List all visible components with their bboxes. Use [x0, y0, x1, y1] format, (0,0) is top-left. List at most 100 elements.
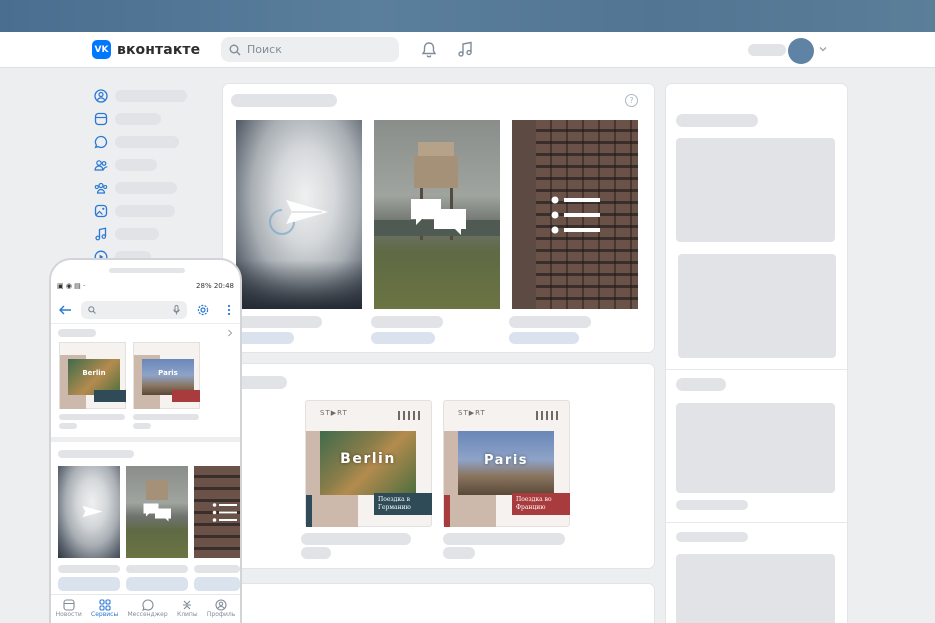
- profile-icon: [93, 88, 109, 104]
- sidebar-label-placeholder: [115, 89, 187, 102]
- paris-tile[interactable]: ST▶RT Paris Поездка во Францию: [443, 400, 570, 527]
- comments-icon: [143, 503, 171, 522]
- clips-icon: [183, 600, 192, 610]
- section-title-placeholder: [58, 450, 134, 458]
- tower-cabin: [414, 156, 458, 188]
- spinner-icon: [269, 209, 295, 235]
- paris-brand: ST▶RT: [458, 409, 486, 417]
- tile-title-placeholder: [133, 414, 199, 420]
- mini-story-clouds[interactable]: [58, 466, 120, 558]
- status-notification-icons: ▣ ◉ ▤ ·: [57, 282, 86, 290]
- list-icon: [212, 503, 237, 522]
- gear-icon[interactable]: [197, 304, 209, 316]
- phone-speaker: [109, 268, 185, 273]
- berlin-left-stripe: [306, 495, 312, 527]
- mini-paris-caption-box: [172, 390, 200, 402]
- next-card: [223, 584, 654, 623]
- sidebar-item-photos[interactable]: [93, 199, 193, 222]
- list-icon: [551, 196, 600, 234]
- story-tile-clouds[interactable]: [236, 120, 362, 309]
- sidebar-item-music[interactable]: [93, 222, 193, 245]
- tab-label: Мессенджер: [127, 611, 168, 618]
- mini-berlin-city: Berlin: [82, 369, 106, 377]
- building-side: [512, 120, 536, 309]
- travel-card: ST▶RT Berlin Поездка в Германию ST▶RT Pa…: [223, 364, 654, 568]
- music-icon: [93, 226, 109, 242]
- tile-meta-placeholder: [443, 547, 475, 559]
- story-tile-tower[interactable]: [374, 120, 500, 309]
- friends-icon: [93, 157, 109, 173]
- messenger-icon: [93, 134, 109, 150]
- mobile-phone-frame: ▣ ◉ ▤ · 28% 20:48 Berlin Paris Новости С…: [49, 258, 242, 623]
- sidebar-label-placeholder: [115, 181, 177, 194]
- tower-top: [418, 142, 454, 156]
- services-icon: [99, 599, 111, 611]
- music-icon[interactable]: [456, 40, 474, 58]
- widget-block-placeholder: [678, 254, 836, 358]
- tile-meta-placeholder: [59, 423, 77, 429]
- status-time: 28% 20:48: [196, 282, 234, 290]
- tile-meta-placeholder: [509, 332, 579, 344]
- microphone-icon[interactable]: [173, 305, 180, 315]
- section-divider: [51, 437, 240, 442]
- help-icon[interactable]: ?: [625, 94, 638, 107]
- tab-news[interactable]: Новости: [56, 595, 82, 623]
- chevron-right-icon[interactable]: [227, 329, 233, 337]
- left-sidebar: [93, 84, 193, 268]
- tab-profile[interactable]: Профиль: [207, 595, 235, 623]
- sidebar-label-placeholder: [115, 204, 175, 217]
- vk-logo-mark: VK: [92, 40, 111, 59]
- sidebar-item-news[interactable]: [93, 107, 193, 130]
- widget-block-placeholder: [676, 554, 835, 623]
- tile-title-placeholder: [126, 565, 188, 573]
- berlin-tile[interactable]: ST▶RT Berlin Поездка в Германию: [305, 400, 432, 527]
- tab-label: Сервисы: [91, 611, 119, 618]
- search-input[interactable]: [247, 43, 387, 56]
- story-tile-building[interactable]: [512, 120, 638, 309]
- paris-city: Paris: [483, 453, 529, 468]
- search-box[interactable]: [221, 37, 399, 62]
- phone-status-bar: ▣ ◉ ▤ · 28% 20:48: [51, 282, 240, 296]
- barcode-icon: [398, 411, 420, 420]
- sidebar-label-placeholder: [115, 135, 179, 148]
- more-icon[interactable]: [227, 304, 231, 316]
- bell-icon[interactable]: [420, 40, 438, 58]
- card-title-placeholder: [231, 94, 337, 107]
- divider: [666, 369, 847, 370]
- sidebar-item-friends[interactable]: [93, 153, 193, 176]
- vk-logo[interactable]: VK вконтакте: [92, 40, 200, 59]
- chevron-down-icon[interactable]: [818, 44, 828, 54]
- tile-meta-placeholder: [238, 332, 294, 344]
- sidebar-item-communities[interactable]: [93, 176, 193, 199]
- tile-shade: [236, 260, 362, 309]
- mini-paris-city: Paris: [158, 369, 178, 377]
- background-sky: [0, 0, 935, 32]
- tab-messenger[interactable]: Мессенджер: [128, 595, 168, 623]
- top-header: VK вконтакте: [0, 32, 935, 68]
- paris-caption: Поездка во Францию: [512, 493, 570, 515]
- berlin-caption: Поездка в Германию: [374, 493, 432, 515]
- sidebar-item-profile[interactable]: [93, 84, 193, 107]
- tile-meta-placeholder: [133, 423, 151, 429]
- barcode-icon: [536, 411, 558, 420]
- photos-icon: [93, 203, 109, 219]
- mini-story-building[interactable]: [194, 466, 240, 558]
- stories-card: ?: [223, 84, 654, 352]
- profile-icon: [215, 599, 227, 611]
- tab-services[interactable]: Сервисы: [91, 595, 118, 623]
- mini-paris-tile[interactable]: Paris: [133, 342, 200, 409]
- sidebar-label-placeholder: [115, 227, 159, 240]
- send-icon: [82, 505, 103, 518]
- berlin-brand: ST▶RT: [320, 409, 348, 417]
- paris-left-stripe: [444, 495, 450, 527]
- mini-tower-cabin: [146, 480, 168, 500]
- tab-clips[interactable]: Клипы: [177, 595, 198, 623]
- sidebar-item-messenger[interactable]: [93, 130, 193, 153]
- card-title-placeholder: [235, 376, 287, 389]
- mini-story-tower[interactable]: [126, 466, 188, 558]
- avatar[interactable]: [788, 38, 814, 64]
- mini-berlin-tile[interactable]: Berlin: [59, 342, 126, 409]
- back-arrow-icon[interactable]: [59, 305, 71, 315]
- phone-search-input[interactable]: [81, 301, 187, 319]
- mini-berlin-caption-box: [94, 390, 126, 402]
